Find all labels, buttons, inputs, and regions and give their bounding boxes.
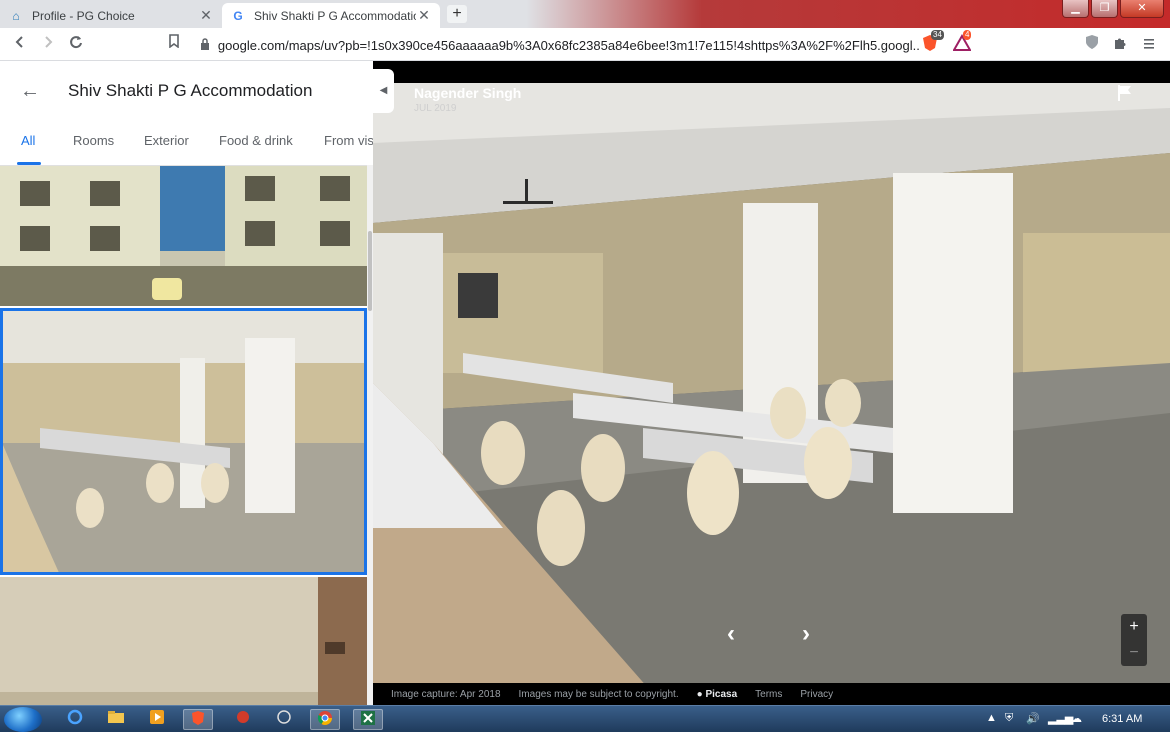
tab-strip: ⌂ Profile - PG Choice ✕ G Shiv Shakti P … xyxy=(0,0,1170,28)
tab-close-icon[interactable]: ✕ xyxy=(416,7,432,24)
tab-food-and-drink[interactable]: Food & drink xyxy=(219,133,293,148)
photo-date: JUL 2019 xyxy=(414,103,457,114)
brave-badge: 34 xyxy=(931,30,944,40)
network-app-icon[interactable] xyxy=(269,709,299,730)
photo-category-tabs: All Rooms Exterior Food & drink From vis xyxy=(0,133,373,165)
picasa-logo: ● Picasa xyxy=(696,688,738,700)
minimize-button[interactable]: ▁ xyxy=(1062,0,1089,18)
extensions-puzzle-icon[interactable] xyxy=(1108,34,1132,56)
volume-icon[interactable]: 🔊 xyxy=(1026,712,1040,725)
sidebar-header: ← Shiv Shakti P G Accommodation xyxy=(0,61,373,121)
reload-icon[interactable] xyxy=(62,35,90,54)
start-button[interactable] xyxy=(4,707,42,732)
url-text: google.com/maps/uv?pb=!1s0x390ce456aaaaa… xyxy=(217,37,920,53)
excel-icon[interactable] xyxy=(353,709,383,730)
report-flag-icon[interactable] xyxy=(1117,84,1133,107)
viewer-footer: Image capture: Apr 2018 Images may be su… xyxy=(373,683,1170,705)
close-window-button[interactable]: ✕ xyxy=(1120,0,1164,18)
tab-profile-pg-choice[interactable]: ⌂ Profile - PG Choice ✕ xyxy=(0,3,222,28)
zoom-out-button[interactable]: − xyxy=(1121,640,1147,666)
lock-icon xyxy=(200,37,218,53)
back-arrow-icon[interactable]: ← xyxy=(20,80,40,103)
new-tab-button[interactable]: + xyxy=(447,5,467,23)
copyright-notice: Images may be subject to copyright. xyxy=(518,688,679,700)
tab-close-icon[interactable]: ✕ xyxy=(198,7,214,24)
forward-icon[interactable] xyxy=(34,35,62,54)
sidebar-scroll-thumb[interactable] xyxy=(368,231,372,311)
window-controls: ▁ ❐ ✕ xyxy=(1060,0,1164,18)
photos-sidebar: ← Shiv Shakti P G Accommodation All Room… xyxy=(0,61,373,705)
brave-browser-icon[interactable] xyxy=(183,709,213,730)
taskbar-clock[interactable]: 6:31 AM xyxy=(1102,713,1142,725)
show-hidden-icons[interactable]: ▲ xyxy=(986,712,997,724)
bookmark-icon[interactable] xyxy=(160,34,188,53)
back-icon[interactable] xyxy=(6,35,34,54)
tab-rooms[interactable]: Rooms xyxy=(73,133,114,148)
menu-icon[interactable] xyxy=(1137,34,1161,56)
collapse-panel-button[interactable]: ◀ xyxy=(373,69,394,113)
dining-hall-large-image[interactable] xyxy=(373,83,1170,705)
tab-shiv-shakti[interactable]: G Shiv Shakti P G Accommodation A ✕ xyxy=(222,3,440,28)
photo-thumbnail-dining-hall[interactable] xyxy=(0,308,367,575)
security-tray-icon[interactable]: ⛨ xyxy=(1005,712,1013,725)
pg-choice-icon: ⌂ xyxy=(12,8,20,23)
dining-hall-image xyxy=(0,308,367,575)
shield-extension-icon[interactable] xyxy=(1080,34,1104,56)
browser-toolbar: google.com/maps/uv?pb=!1s0x390ce456aaaaa… xyxy=(0,28,1170,61)
brave-shield-icon[interactable]: 34 xyxy=(918,30,944,56)
next-photo-button[interactable]: › xyxy=(802,620,810,648)
maximize-button[interactable]: ❐ xyxy=(1091,0,1118,18)
photo-author[interactable]: Nagender Singh xyxy=(414,85,521,101)
tab-title: Profile - PG Choice xyxy=(32,8,135,23)
windows-taskbar: ▲ ⛨ 🔊 ▂▃▅ ☁ 6:31 AM xyxy=(0,705,1170,732)
zoom-in-button[interactable]: + xyxy=(1121,614,1147,640)
tab-exterior[interactable]: Exterior xyxy=(144,133,189,148)
ie-icon[interactable] xyxy=(60,709,90,730)
media-player-icon[interactable] xyxy=(142,709,172,730)
photo-viewer xyxy=(373,61,1170,705)
google-icon: G xyxy=(233,8,243,23)
chrome-icon[interactable] xyxy=(310,709,340,730)
image-capture-date: Image capture: Apr 2018 xyxy=(391,688,501,700)
terms-link[interactable]: Terms xyxy=(755,689,782,700)
cloud-icon[interactable]: ☁ xyxy=(1071,712,1082,725)
zoom-controls: + − xyxy=(1121,614,1147,666)
app-icon[interactable] xyxy=(228,709,258,730)
photo-thumbnail-exterior[interactable] xyxy=(0,166,367,306)
previous-photo-button[interactable]: ‹ xyxy=(727,620,735,648)
network-signal-icon[interactable]: ▂▃▅ xyxy=(1048,712,1073,725)
address-bar[interactable]: google.com/maps/uv?pb=!1s0x390ce456aaaaa… xyxy=(200,34,920,56)
tab-from-visitors[interactable]: From vis xyxy=(324,133,373,148)
hazy-building-image xyxy=(0,577,367,705)
tab-all[interactable]: All xyxy=(21,133,35,148)
brave-rewards-icon[interactable]: 4 xyxy=(950,30,974,56)
explorer-folder-icon[interactable] xyxy=(101,709,131,730)
privacy-link[interactable]: Privacy xyxy=(800,689,833,700)
photo-thumbnail-haze[interactable] xyxy=(0,577,367,705)
place-title: Shiv Shakti P G Accommodation xyxy=(68,81,313,100)
building-exterior-image xyxy=(0,166,367,306)
tab-title: Shiv Shakti P G Accommodation A xyxy=(254,8,416,23)
